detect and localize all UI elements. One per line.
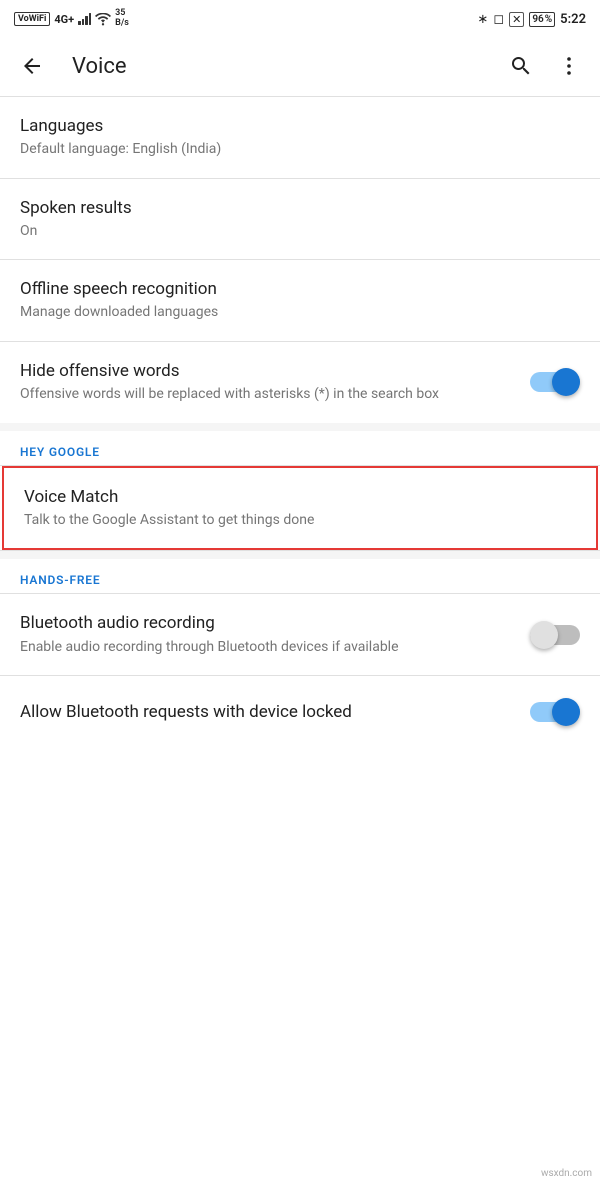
silent-icon: ✕ — [509, 12, 524, 27]
section-divider-2 — [0, 551, 600, 559]
bluetooth-audio-item[interactable]: Bluetooth audio recording Enable audio r… — [0, 594, 600, 675]
voice-match-item[interactable]: Voice Match Talk to the Google Assistant… — [2, 466, 598, 551]
bluetooth-audio-subtitle: Enable audio recording through Bluetooth… — [20, 638, 518, 658]
spoken-results-subtitle: On — [20, 222, 568, 242]
voice-match-title: Voice Match — [24, 486, 564, 508]
hide-offensive-item[interactable]: Hide offensive words Offensive words wil… — [0, 342, 600, 423]
voice-match-subtitle: Talk to the Google Assistant to get thin… — [24, 511, 564, 531]
offline-speech-text: Offline speech recognition Manage downlo… — [20, 278, 580, 323]
app-bar: Voice — [0, 36, 600, 96]
spoken-results-text: Spoken results On — [20, 197, 580, 242]
search-button[interactable] — [502, 47, 540, 85]
battery-indicator: 96% — [529, 12, 555, 27]
vowifi-indicator: VoWiFi — [14, 12, 50, 26]
wifi-icon — [95, 13, 111, 26]
hide-offensive-title: Hide offensive words — [20, 360, 518, 382]
offline-speech-title: Offline speech recognition — [20, 278, 568, 300]
bluetooth-locked-toggle[interactable] — [530, 698, 580, 726]
languages-subtitle: Default language: English (India) — [20, 140, 568, 160]
spoken-results-title: Spoken results — [20, 197, 568, 219]
status-right: ∗ ◻ ✕ 96% 5:22 — [477, 12, 586, 27]
hide-offensive-toggle[interactable] — [530, 368, 580, 396]
hide-offensive-subtitle: Offensive words will be replaced with as… — [20, 385, 518, 405]
bluetooth-audio-title: Bluetooth audio recording — [20, 612, 518, 634]
more-options-button[interactable] — [550, 47, 588, 85]
page-title: Voice — [52, 54, 502, 79]
bluetooth-locked-item[interactable]: Allow Bluetooth requests with device loc… — [0, 676, 600, 748]
network-type: 4G+ — [54, 13, 74, 26]
speed-text: 35B/s — [115, 9, 129, 29]
vibrate-icon: ◻ — [493, 12, 504, 27]
voice-match-text: Voice Match Talk to the Google Assistant… — [24, 486, 576, 531]
bluetooth-locked-text: Allow Bluetooth requests with device loc… — [20, 701, 530, 723]
status-left: VoWiFi 4G+ 35B/s — [14, 9, 129, 29]
offline-speech-subtitle: Manage downloaded languages — [20, 303, 568, 323]
languages-title: Languages — [20, 115, 568, 137]
section-divider-1 — [0, 423, 600, 431]
toggle-thumb-off — [530, 621, 558, 649]
signal-bars — [78, 13, 91, 25]
clock: 5:22 — [560, 12, 586, 27]
spoken-results-item[interactable]: Spoken results On — [0, 179, 600, 260]
bluetooth-icon: ∗ — [477, 12, 488, 27]
languages-text: Languages Default language: English (Ind… — [20, 115, 580, 160]
app-bar-icons — [502, 47, 588, 85]
bluetooth-locked-title: Allow Bluetooth requests with device loc… — [20, 701, 518, 723]
hands-free-section-header: HANDS-FREE — [0, 559, 600, 593]
bluetooth-audio-text: Bluetooth audio recording Enable audio r… — [20, 612, 530, 657]
back-button[interactable] — [12, 46, 52, 86]
hey-google-section-header: HEY GOOGLE — [0, 431, 600, 465]
bluetooth-audio-toggle[interactable] — [530, 621, 580, 649]
hide-offensive-text: Hide offensive words Offensive words wil… — [20, 360, 530, 405]
status-bar: VoWiFi 4G+ 35B/s ∗ ◻ ✕ 96% 5:22 — [0, 0, 600, 36]
toggle-thumb-on2 — [552, 698, 580, 726]
offline-speech-item[interactable]: Offline speech recognition Manage downlo… — [0, 260, 600, 341]
languages-item[interactable]: Languages Default language: English (Ind… — [0, 97, 600, 178]
toggle-thumb — [552, 368, 580, 396]
watermark: wsxdn.com — [541, 1168, 592, 1179]
